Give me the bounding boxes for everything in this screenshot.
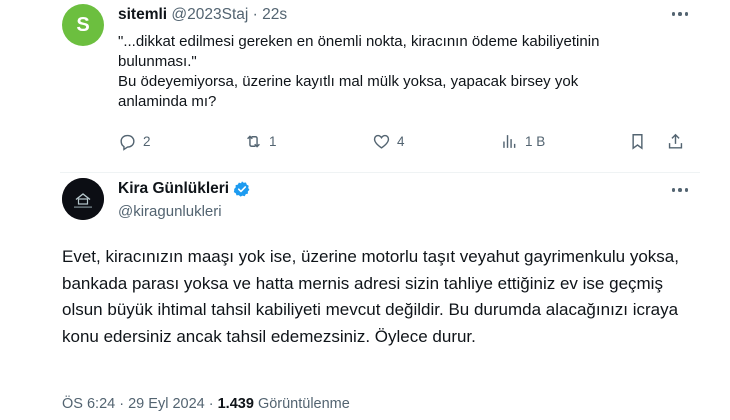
share-icon: [668, 133, 683, 149]
author-handle[interactable]: @2023Staj: [171, 6, 248, 23]
post-date[interactable]: 29 Eyl 2024: [128, 396, 205, 412]
tweet-text: Evet, kiracınızın maaşı yok ise, üzerine…: [62, 247, 679, 346]
reply-icon: [120, 134, 135, 151]
reply-question-line: Bu ödeyemiyorsa, üzerine kayıtlı mal mül…: [118, 73, 579, 110]
reply-header: sitemli @2023Staj · 22s: [118, 6, 287, 24]
separator-dot: ·: [208, 396, 214, 412]
view-count: 1.439: [217, 396, 254, 412]
reply-text: "...dikkat edilmesi gereken en önemli no…: [118, 32, 638, 112]
author-name[interactable]: Kira Günlükleri: [118, 180, 251, 198]
more-options-icon[interactable]: [668, 6, 692, 22]
like-button[interactable]: 4: [372, 132, 405, 151]
bookmark-icon: [632, 134, 643, 150]
author-name[interactable]: sitemli: [118, 6, 167, 23]
post-time[interactable]: ÖS 6:24: [62, 396, 115, 412]
reply-quote-line: "...dikkat edilmesi gereken en önemli no…: [118, 33, 600, 70]
separator-dot: ·: [119, 396, 125, 412]
retweet-count: 1: [269, 134, 277, 149]
heart-icon: [373, 134, 390, 149]
author-handle[interactable]: @kiragunlukleri: [118, 203, 222, 220]
more-options-icon[interactable]: [668, 182, 692, 198]
views-label: Görüntülenme: [257, 396, 350, 412]
avatar-letter: S: [76, 13, 90, 36]
views-button[interactable]: 1 B: [500, 132, 545, 151]
share-button[interactable]: [666, 132, 685, 151]
reply-button[interactable]: 2: [118, 132, 151, 151]
retweet-icon: [247, 135, 260, 148]
reply-count: 2: [143, 134, 151, 149]
like-count: 4: [397, 134, 405, 149]
retweet-button[interactable]: 1: [244, 132, 277, 151]
divider: [60, 172, 700, 173]
logo-icon: [62, 178, 104, 220]
bookmark-button[interactable]: [628, 132, 647, 151]
verified-badge-icon[interactable]: [233, 180, 251, 198]
action-bar: 2 1 4 1 B: [118, 132, 688, 154]
post-time[interactable]: 22s: [262, 6, 287, 23]
analytics-icon: [503, 135, 516, 148]
reply-tweet[interactable]: S sitemli @2023Staj · 22s "...dikkat edi…: [0, 0, 730, 172]
separator-dot: ·: [252, 6, 258, 23]
author-name-text: Kira Günlükleri: [118, 180, 230, 197]
view-count: 1 B: [525, 134, 546, 149]
avatar[interactable]: [62, 178, 104, 220]
avatar[interactable]: S: [62, 4, 104, 46]
tweet-meta: ÖS 6:24 · 29 Eyl 2024 · 1.439 Görüntülen…: [62, 396, 350, 412]
